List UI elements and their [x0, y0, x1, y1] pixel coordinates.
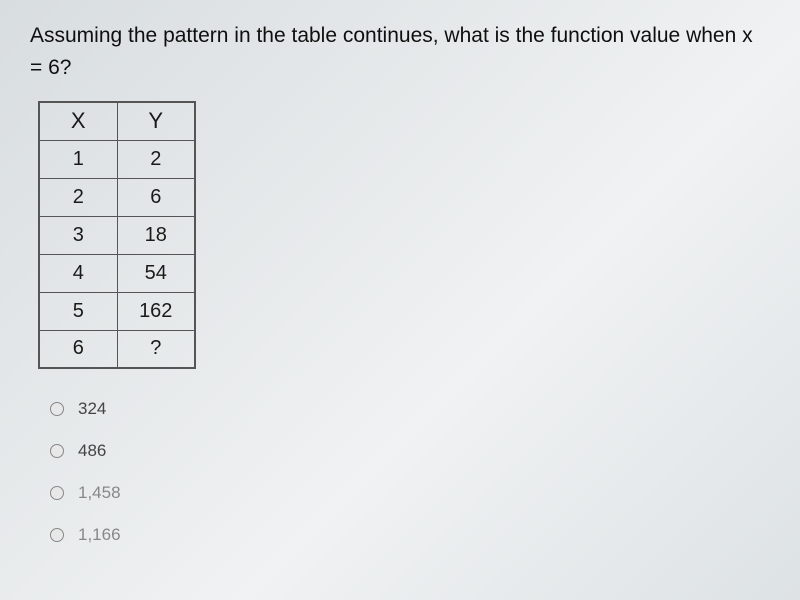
header-y: Y: [117, 102, 195, 140]
table-row: 6 ?: [39, 330, 195, 368]
radio-icon: [50, 444, 64, 458]
radio-icon: [50, 486, 64, 500]
table-row: 4 54: [39, 254, 195, 292]
table-row: 1 2: [39, 140, 195, 178]
header-x: X: [39, 102, 117, 140]
cell-x: 3: [39, 216, 117, 254]
answer-options: 324 486 1,458 1,166: [50, 399, 770, 545]
cell-x: 4: [39, 254, 117, 292]
option-label: 1,166: [78, 525, 121, 545]
option-label: 1,458: [78, 483, 121, 503]
option-label: 486: [78, 441, 106, 461]
option-0[interactable]: 324: [50, 399, 770, 419]
cell-x: 6: [39, 330, 117, 368]
cell-y: ?: [117, 330, 195, 368]
cell-y: 162: [117, 292, 195, 330]
option-1[interactable]: 486: [50, 441, 770, 461]
table-header-row: X Y: [39, 102, 195, 140]
cell-y: 54: [117, 254, 195, 292]
option-3[interactable]: 1,166: [50, 525, 770, 545]
table-row: 3 18: [39, 216, 195, 254]
radio-icon: [50, 528, 64, 542]
option-label: 324: [78, 399, 106, 419]
cell-y: 18: [117, 216, 195, 254]
cell-y: 2: [117, 140, 195, 178]
table-row: 5 162: [39, 292, 195, 330]
cell-y: 6: [117, 178, 195, 216]
function-table: X Y 1 2 2 6 3 18 4 54 5 162 6 ?: [38, 101, 770, 369]
option-2[interactable]: 1,458: [50, 483, 770, 503]
cell-x: 1: [39, 140, 117, 178]
table-row: 2 6: [39, 178, 195, 216]
cell-x: 5: [39, 292, 117, 330]
question-text: Assuming the pattern in the table contin…: [30, 20, 770, 83]
cell-x: 2: [39, 178, 117, 216]
radio-icon: [50, 402, 64, 416]
